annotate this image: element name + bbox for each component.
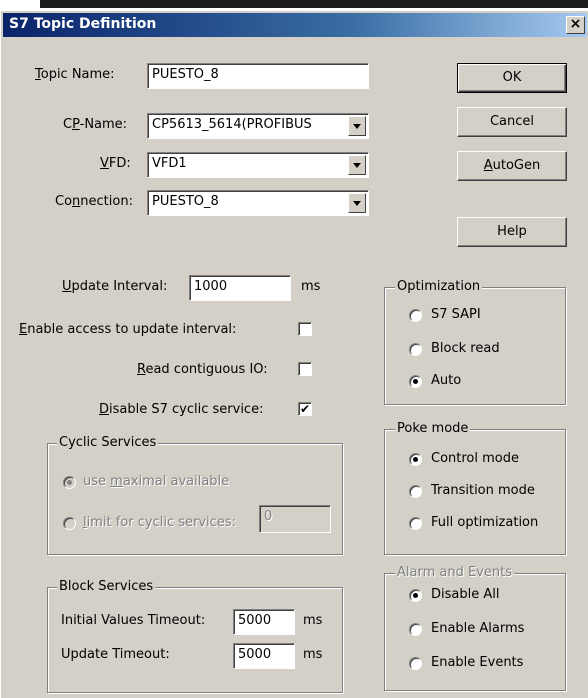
- vfd-label: VFD:: [100, 156, 131, 171]
- connection-value: PUESTO_8: [152, 194, 219, 209]
- topic-name-input[interactable]: PUESTO_8: [147, 63, 369, 89]
- close-icon[interactable]: ×: [566, 16, 585, 34]
- alarm-enable-alarms-radio[interactable]: [409, 623, 422, 636]
- vfd-select[interactable]: VFD1: [147, 152, 369, 178]
- limit-cyclic-radio[interactable]: [63, 517, 76, 530]
- initial-values-timeout-unit: ms: [303, 613, 323, 628]
- read-contiguous-checkbox[interactable]: [298, 362, 312, 376]
- window-title: S7 Topic Definition: [9, 16, 157, 32]
- poke-full-optimization-radio[interactable]: [409, 517, 422, 530]
- disable-cyclic-checkbox[interactable]: ✔: [298, 402, 312, 416]
- cp-name-value: CP5613_5614(PROFIBUS: [152, 117, 312, 132]
- poke-transition-mode-radio[interactable]: [409, 485, 422, 498]
- initial-values-timeout-input[interactable]: 5000: [233, 609, 295, 635]
- update-interval-unit: ms: [301, 279, 321, 294]
- optimization-auto-radio[interactable]: [409, 375, 422, 388]
- help-button[interactable]: Help: [457, 217, 567, 247]
- update-timeout-label: Update Timeout:: [61, 647, 170, 662]
- limit-cyclic-label: limit for cyclic services:: [83, 515, 236, 530]
- cancel-button[interactable]: Cancel: [457, 107, 567, 137]
- update-timeout-input[interactable]: 5000: [233, 643, 295, 669]
- block-services-group: [47, 587, 343, 693]
- optimization-block-read-label: Block read: [431, 341, 500, 356]
- block-services-title: Block Services: [57, 579, 156, 594]
- s7-topic-definition-dialog: S7 Topic Definition × Topic Name: PUESTO…: [0, 10, 588, 698]
- chevron-down-icon[interactable]: [348, 116, 366, 136]
- alarm-enable-events-label: Enable Events: [431, 655, 524, 670]
- limit-cyclic-input[interactable]: 0: [259, 505, 331, 533]
- vfd-value: VFD1: [152, 156, 187, 171]
- alarm-disable-all-radio[interactable]: [409, 589, 422, 602]
- alarm-enable-events-radio[interactable]: [409, 657, 422, 670]
- enable-access-checkbox[interactable]: [298, 322, 312, 336]
- cp-name-select[interactable]: CP5613_5614(PROFIBUS: [147, 113, 369, 139]
- chevron-down-icon[interactable]: [348, 155, 366, 175]
- connection-label: Connection:: [55, 194, 133, 209]
- chevron-down-icon[interactable]: [348, 193, 366, 213]
- alarm-events-title: Alarm and Events: [395, 565, 514, 580]
- topic-name-label: Topic Name:: [35, 67, 115, 82]
- optimization-auto-label: Auto: [431, 373, 462, 388]
- update-timeout-unit: ms: [303, 647, 323, 662]
- initial-values-timeout-label: Initial Values Timeout:: [61, 613, 206, 628]
- alarm-disable-all-label: Disable All: [431, 587, 500, 602]
- enable-access-label: Enable access to update interval:: [19, 322, 237, 337]
- poke-control-mode-radio[interactable]: [409, 453, 422, 466]
- use-maximal-radio[interactable]: [63, 476, 76, 489]
- alarm-enable-alarms-label: Enable Alarms: [431, 621, 525, 636]
- autogen-button[interactable]: AutoGen: [457, 151, 567, 181]
- cyclic-services-title: Cyclic Services: [57, 435, 159, 450]
- read-contiguous-label: Read contiguous IO:: [137, 362, 268, 377]
- disable-cyclic-label: Disable S7 cyclic service:: [99, 402, 264, 417]
- use-maximal-label: use maximal available: [83, 474, 230, 489]
- poke-full-optimization-label: Full optimization: [431, 515, 539, 530]
- background-window-edge: [40, 0, 588, 8]
- optimization-block-read-radio[interactable]: [409, 343, 422, 356]
- connection-select[interactable]: PUESTO_8: [147, 190, 369, 216]
- poke-transition-mode-label: Transition mode: [431, 483, 535, 498]
- optimization-s7-sapi-label: S7 SAPI: [431, 307, 481, 322]
- title-bar[interactable]: S7 Topic Definition ×: [3, 13, 587, 37]
- cp-name-label: CP-Name:: [63, 117, 128, 132]
- poke-control-mode-label: Control mode: [431, 451, 519, 466]
- ok-button[interactable]: OK: [457, 63, 567, 93]
- optimization-s7-sapi-radio[interactable]: [409, 309, 422, 322]
- update-interval-label: Update Interval:: [62, 279, 168, 294]
- optimization-title: Optimization: [395, 279, 483, 294]
- cyclic-services-group: [47, 443, 343, 555]
- poke-mode-title: Poke mode: [395, 421, 471, 436]
- update-interval-input[interactable]: 1000: [189, 275, 291, 301]
